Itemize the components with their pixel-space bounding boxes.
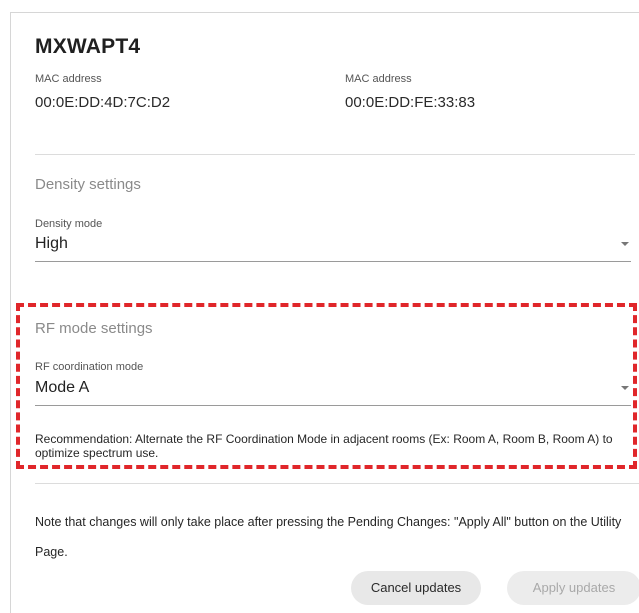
cancel-updates-button[interactable]: Cancel updates [351,571,481,605]
rf-section-title: RF mode settings [35,320,153,337]
mac-address-2-label: MAC address [345,73,412,85]
device-settings-panel: MXWAPT4 MAC address 00:0E:DD:4D:7C:D2 MA… [10,12,639,613]
mac-address-2-value: 00:0E:DD:FE:33:83 [345,94,476,111]
rf-recommendation-text: Recommendation: Alternate the RF Coordin… [35,432,613,460]
divider-top [35,154,635,155]
pending-changes-note: Note that changes will only take place a… [35,515,622,559]
caret-down-icon [621,242,629,246]
device-title: MXWAPT4 [35,35,141,58]
apply-updates-button[interactable]: Apply updates [507,571,639,605]
mac-address-1: MAC address 00:0E:DD:4D:7C:D2 [35,73,171,112]
mac-address-1-label: MAC address [35,73,102,85]
mac-address-1-value: 00:0E:DD:4D:7C:D2 [35,94,171,111]
caret-down-icon [621,386,629,390]
density-section-title: Density settings [35,176,141,193]
rf-coordination-mode-select[interactable]: Mode A [35,377,631,406]
density-mode-select[interactable]: High [35,233,631,262]
mac-address-2: MAC address 00:0E:DD:FE:33:83 [345,73,476,112]
density-mode-value: High [35,235,68,252]
rf-coordination-mode-value: Mode A [35,379,90,396]
rf-coordination-mode-label: RF coordination mode [35,361,144,373]
density-mode-label: Density mode [35,218,103,230]
divider-bottom [35,483,639,484]
